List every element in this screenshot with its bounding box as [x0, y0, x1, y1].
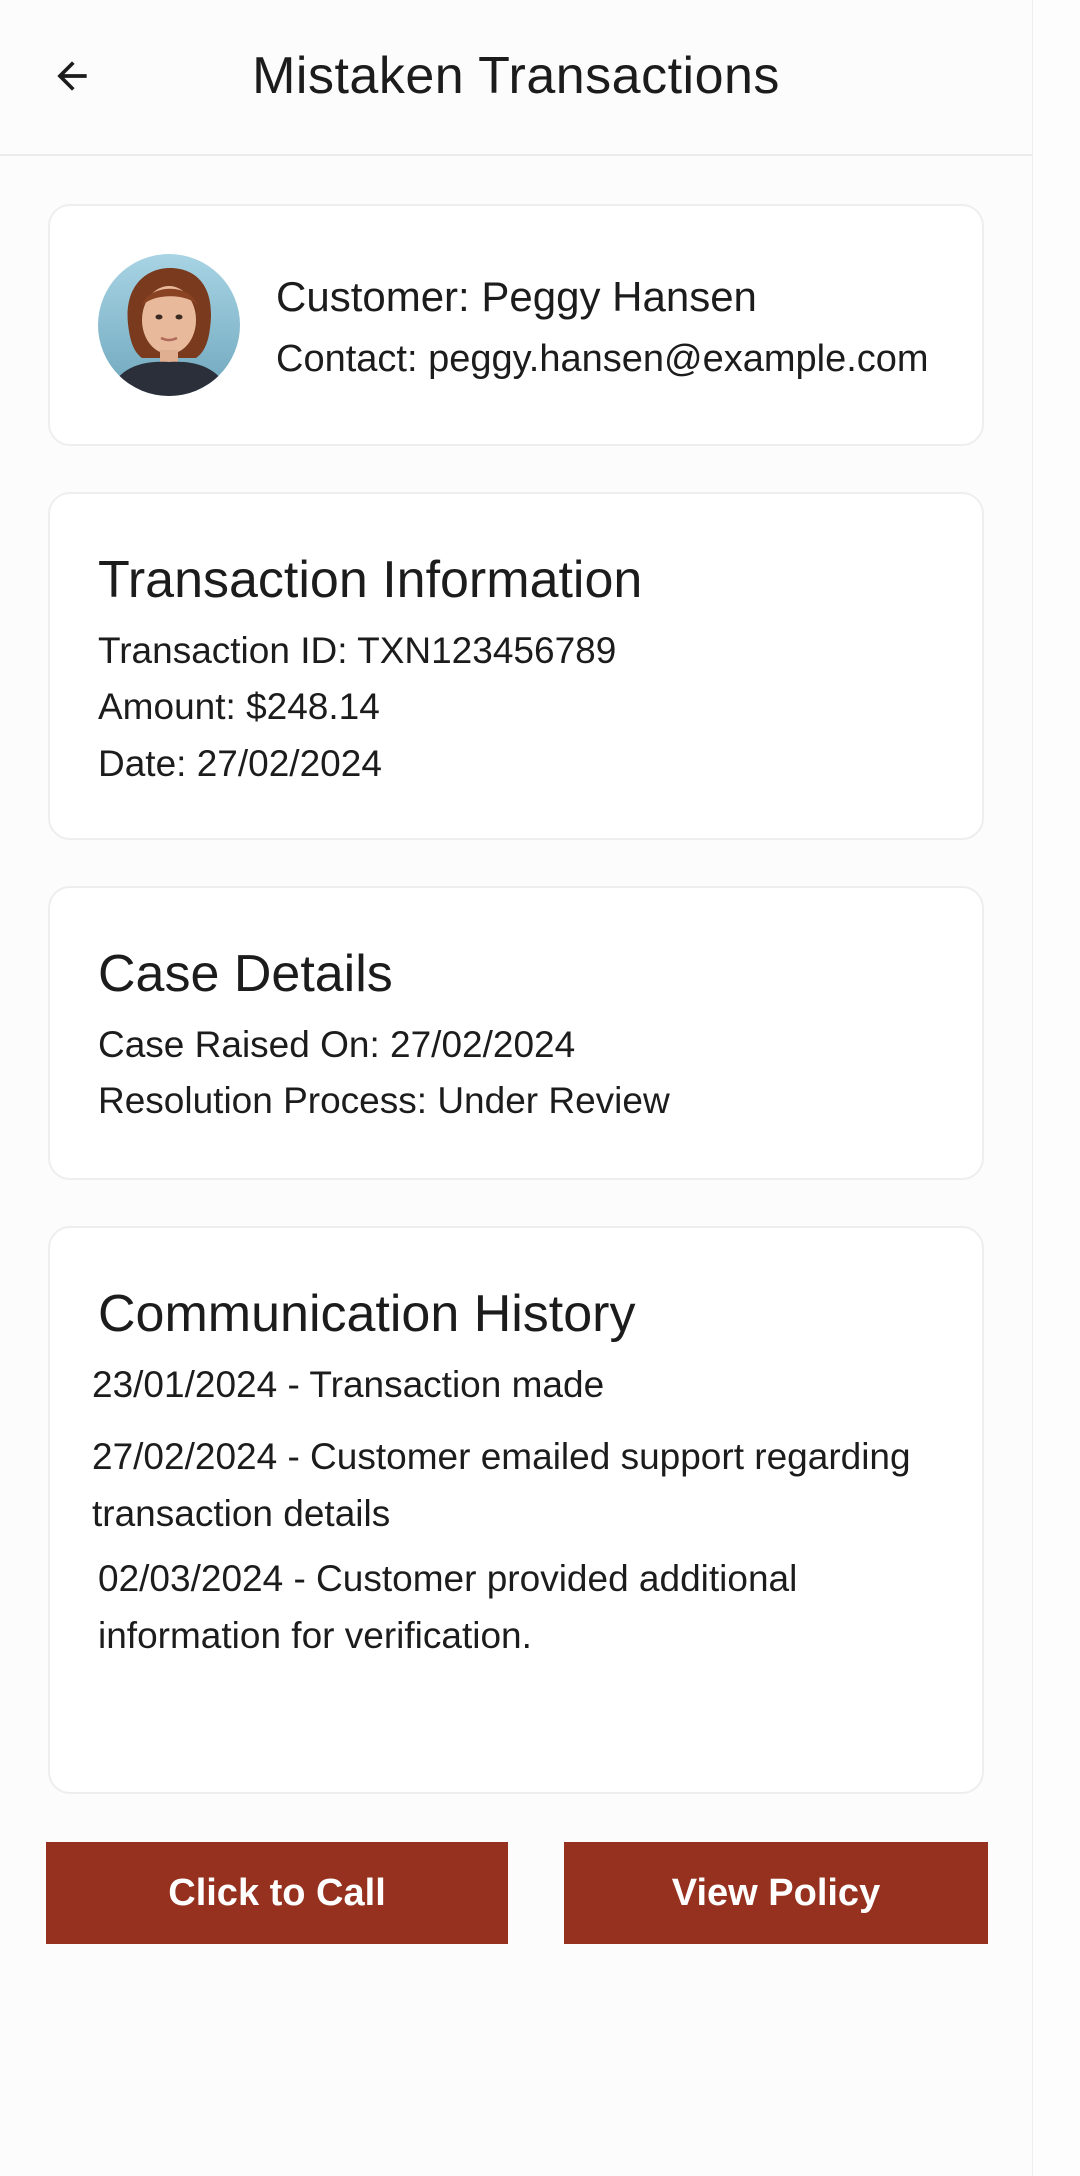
click-to-call-button[interactable]: Click to Call — [46, 1842, 508, 1944]
transaction-date: Date: 27/02/2024 — [98, 743, 382, 784]
transaction-id: Transaction ID: TXN123456789 — [98, 630, 617, 671]
history-entry: 23/01/2024 - Transaction made — [92, 1364, 605, 1405]
history-entry: 27/02/2024 - Customer emailed support re… — [92, 1436, 911, 1534]
page: Mistaken Transactions Customer: Peggy Ha… — [0, 0, 1033, 2176]
view-policy-button[interactable]: View Policy — [564, 1842, 988, 1944]
app-header: Mistaken Transactions — [0, 0, 1032, 156]
case-raised-date: Case Raised On: 27/02/2024 — [98, 1024, 576, 1065]
case-resolution: Resolution Process: Under Review — [98, 1080, 670, 1121]
transaction-amount: Amount: $248.14 — [98, 686, 380, 727]
customer-card: Customer: Peggy Hansen Contact: peggy.ha… — [48, 204, 984, 446]
customer-avatar — [98, 254, 240, 396]
history-entry: 02/03/2024 - Customer provided additiona… — [98, 1558, 798, 1656]
page-title: Mistaken Transactions — [252, 47, 780, 105]
transaction-title: Transaction Information — [98, 551, 643, 609]
case-title: Case Details — [98, 945, 393, 1003]
communication-card: Communication History 23/01/2024 - Trans… — [48, 1226, 984, 1794]
case-card: Case Details Case Raised On: 27/02/2024 … — [48, 886, 984, 1180]
customer-name: Customer: Peggy Hansen — [276, 273, 757, 320]
communication-title: Communication History — [98, 1285, 636, 1343]
customer-contact[interactable]: Contact: peggy.hansen@example.com — [276, 336, 929, 382]
transaction-card: Transaction Information Transaction ID: … — [48, 492, 984, 840]
